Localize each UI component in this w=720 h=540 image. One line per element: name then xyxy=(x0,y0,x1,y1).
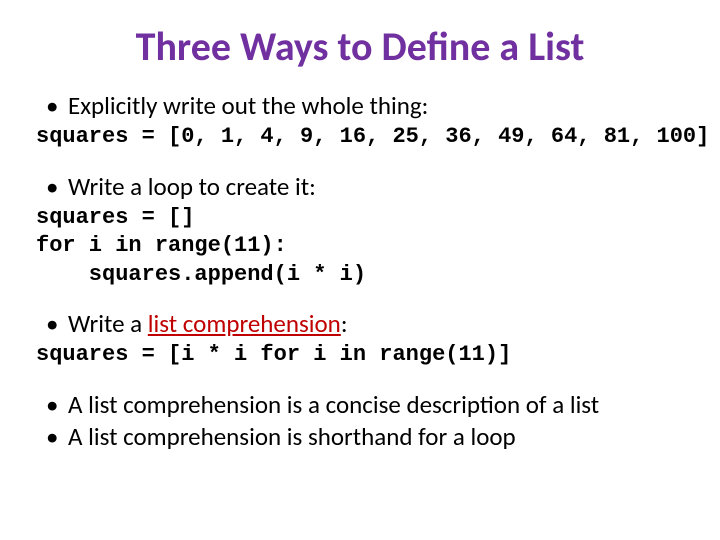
code-loop: squares = [] for i in range(11): squares… xyxy=(36,204,684,290)
bullet-loop: •Write a loop to create it: xyxy=(46,172,684,202)
slide-title: Three Ways to Define a List xyxy=(36,22,684,71)
bullet-concise: •A list comprehension is a concise descr… xyxy=(46,390,684,420)
code-explicit: squares = [0, 1, 4, 9, 16, 25, 36, 49, 6… xyxy=(36,123,684,152)
keyword-list-comprehension: list comprehension xyxy=(148,308,341,339)
bullet-text: A list comprehension is shorthand for a … xyxy=(68,421,516,452)
bullet-text: Write a loop to create it: xyxy=(68,171,316,202)
bullet-text: Explicitly write out the whole thing: xyxy=(68,90,428,121)
slide: Three Ways to Define a List •Explicitly … xyxy=(0,0,720,540)
bullet-text: A list comprehension is a concise descri… xyxy=(68,389,599,420)
bullet-comprehension: •Write a list comprehension: xyxy=(46,309,684,339)
bullet-shorthand: •A list comprehension is shorthand for a… xyxy=(46,422,684,452)
bullet-dot-icon: • xyxy=(46,172,68,202)
bullet-dot-icon: • xyxy=(46,390,68,420)
bullet-dot-icon: • xyxy=(46,422,68,452)
bullet-text-a: Write a xyxy=(68,308,148,339)
bullet-dot-icon: • xyxy=(46,91,68,121)
bullet-explicit: •Explicitly write out the whole thing: xyxy=(46,91,684,121)
bullet-dot-icon: • xyxy=(46,309,68,339)
bullet-text-b: : xyxy=(341,308,348,339)
code-comprehension: squares = [i * i for i in range(11)] xyxy=(36,341,684,370)
